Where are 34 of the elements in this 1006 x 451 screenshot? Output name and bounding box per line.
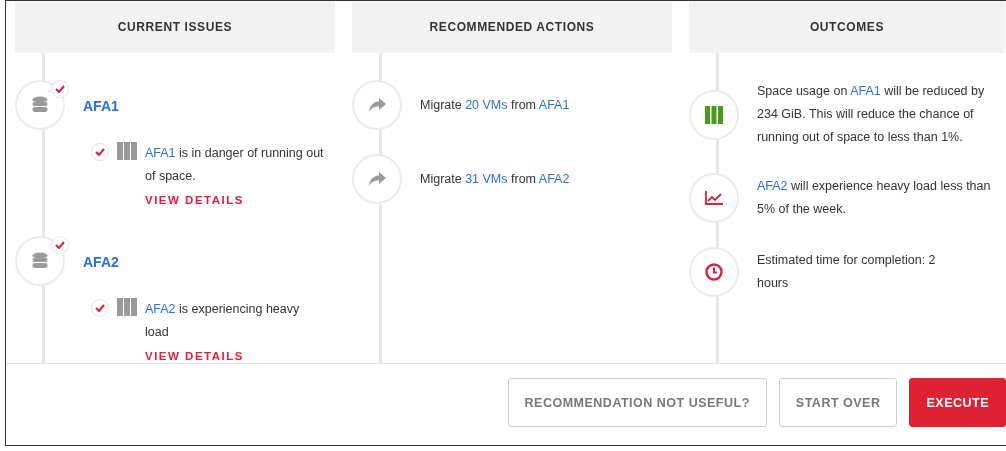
forward-arrow-icon — [368, 172, 386, 186]
step-text: Space usage on AFA1 will be reduced by 234 GiB. This will reduce the chance of running out of space to less than 1%. — [757, 83, 986, 146]
issue-title[interactable]: AFA2 — [83, 254, 119, 270]
forward-arrow-icon — [368, 98, 386, 112]
column-header: CURRENT ISSUES — [15, 1, 335, 53]
chart-icon — [705, 191, 723, 205]
view-details-link[interactable]: VIEW DETAILS — [145, 194, 325, 206]
link[interactable]: 20 VMs — [465, 97, 508, 112]
step-text: Migrate 20 VMs from AFA1 — [420, 96, 571, 114]
issue-description: AFA1 is in danger of running out of space. — [145, 145, 325, 185]
issue-title[interactable]: AFA1 — [83, 98, 119, 114]
server-icon — [117, 142, 137, 160]
link[interactable]: AFA1 — [850, 84, 881, 98]
link[interactable]: AFA2 — [538, 171, 570, 186]
link[interactable]: AFA2 — [145, 302, 176, 316]
secondary-button[interactable]: RECOMMENDATION NOT USEFUL? — [507, 378, 767, 427]
column-header: OUTCOMES — [689, 1, 1005, 53]
database-icon — [32, 252, 48, 270]
issue-description: AFA2 is experiencing heavy load — [145, 301, 301, 341]
link[interactable]: AFA1 — [145, 146, 176, 160]
step-text: Migrate 31 VMs from AFA2 — [420, 170, 571, 188]
database-icon — [32, 96, 48, 114]
column-header: RECOMMENDED ACTIONS — [352, 1, 672, 53]
link[interactable]: AFA2 — [757, 179, 788, 193]
step-text: Estimated time for completion: 2 hours — [757, 252, 937, 292]
step-text: AFA2 will experience heavy load less than 5% of the week. — [757, 178, 992, 218]
link[interactable]: AFA1 — [538, 97, 570, 112]
server-icon — [117, 298, 137, 316]
server-rack-icon — [705, 105, 723, 124]
secondary-button[interactable]: START OVER — [778, 378, 898, 427]
clock-icon — [705, 263, 723, 281]
execute-button[interactable]: EXECUTE — [909, 378, 1006, 427]
view-details-link[interactable]: VIEW DETAILS — [145, 350, 325, 362]
link[interactable]: 31 VMs — [465, 171, 508, 186]
